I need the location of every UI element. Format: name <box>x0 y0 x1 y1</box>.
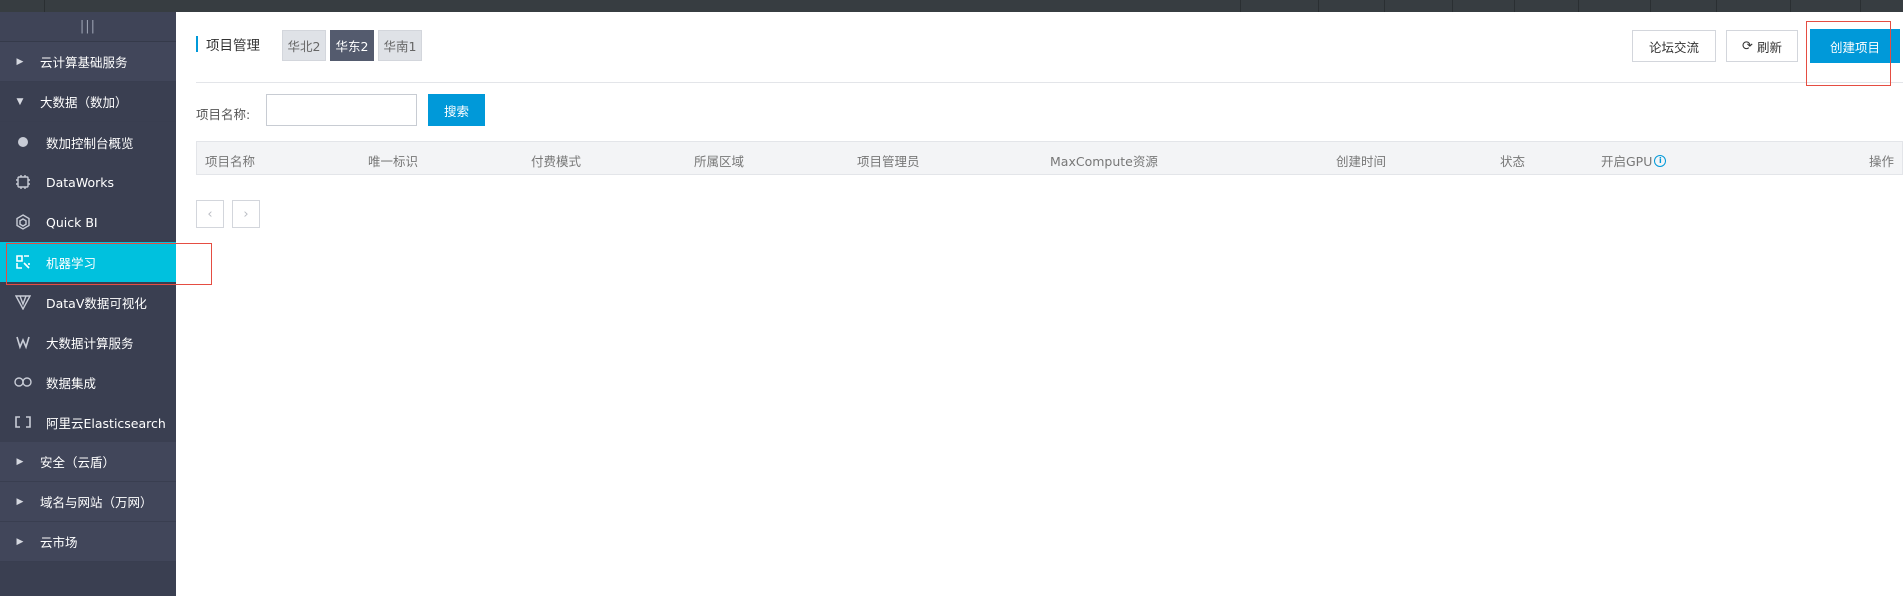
sidebar-item-compute-service[interactable]: 大数据计算服务 <box>0 322 176 362</box>
sidebar-item-label: 云计算基础服务 <box>40 55 128 70</box>
top-bar-divider <box>1790 0 1791 12</box>
sidebar-item-label: 数据集成 <box>46 375 97 391</box>
sidebar-group-cloud-basics[interactable]: ▶ 云计算基础服务 <box>0 42 176 82</box>
column-header-admin: 项目管理员 <box>857 154 920 169</box>
column-header-gpu-label: 开启GPU <box>1601 154 1653 169</box>
pagination-prev-button[interactable]: ‹ <box>196 200 224 228</box>
main-content: 项目管理 华北2 华东2 华南1 论坛交流 ⟳ 刷新 创建项目 项目名称: 搜索… <box>176 12 1903 596</box>
sidebar-item-data-integration[interactable]: 数据集成 <box>0 362 176 402</box>
refresh-icon: ⟳ <box>1742 38 1753 54</box>
region-tabs: 华北2 华东2 华南1 <box>282 30 422 61</box>
pagination-next-button[interactable]: › <box>232 200 260 228</box>
sidebar-group-big-data[interactable]: ▼ 大数据（数加） <box>0 82 176 122</box>
column-header-unique-id: 唯一标识 <box>368 154 419 169</box>
table-header: 项目名称 唯一标识 付费模式 所属区域 项目管理员 MaxCompute资源 创… <box>196 141 1903 175</box>
sidebar-item-label: 机器学习 <box>46 255 97 271</box>
forum-button[interactable]: 论坛交流 <box>1632 30 1716 62</box>
sidebar-item-machine-learning[interactable]: 机器学习 <box>0 242 176 282</box>
top-bar-divider <box>1650 0 1651 12</box>
top-bar-divider <box>1716 0 1717 12</box>
region-tab-huadong2[interactable]: 华东2 <box>330 30 374 61</box>
top-bar-divider <box>1578 0 1579 12</box>
sidebar-item-label: 阿里云Elasticsearch <box>46 415 166 431</box>
sidebar-item-quickbi[interactable]: Quick BI <box>0 202 176 242</box>
circle-icon <box>0 136 46 148</box>
search-button[interactable]: 搜索 <box>428 94 485 126</box>
caret-right-icon: ▶ <box>16 496 24 507</box>
integration-icon <box>0 376 46 388</box>
dataworks-icon <box>0 174 46 190</box>
sidebar-group-security[interactable]: ▶ 安全（云盾） <box>0 442 176 482</box>
sidebar-item-label: DataV数据可视化 <box>46 295 147 311</box>
column-header-actions: 操作 <box>1868 154 1894 169</box>
region-tab-huabei2[interactable]: 华北2 <box>282 30 326 61</box>
sidebar-toggle-button[interactable]: ||| <box>0 12 176 42</box>
sidebar-item-datav[interactable]: DataV数据可视化 <box>0 282 176 322</box>
caret-right-icon: ▶ <box>16 536 24 547</box>
header-divider <box>196 82 1903 83</box>
top-bar-divider <box>1384 0 1385 12</box>
elasticsearch-icon <box>0 416 46 428</box>
top-bar-divider <box>44 0 45 12</box>
search-label: 项目名称: <box>196 107 251 122</box>
sidebar-item-label: 云市场 <box>40 535 78 550</box>
sidebar: ||| ▶ 云计算基础服务 ▼ 大数据（数加） 数加控制台概览 DataWork… <box>0 12 176 596</box>
column-header-maxcompute: MaxCompute资源 <box>1050 154 1158 169</box>
column-header-project-name: 项目名称 <box>205 154 256 169</box>
sidebar-item-label: DataWorks <box>46 174 115 190</box>
compute-icon <box>0 334 46 350</box>
caret-right-icon: ▶ <box>16 56 24 67</box>
column-header-gpu: 开启GPU i <box>1601 151 1667 170</box>
machine-learning-icon <box>0 254 46 270</box>
menu-bars-icon: ||| <box>79 19 97 34</box>
caret-down-icon: ▼ <box>16 96 24 107</box>
create-project-button[interactable]: 创建项目 <box>1810 29 1900 63</box>
sidebar-item-label: 域名与网站（万网） <box>40 495 153 510</box>
column-header-billing-mode: 付费模式 <box>531 154 582 169</box>
top-bar-divider <box>1318 0 1319 12</box>
datav-icon <box>0 294 46 310</box>
top-bar-divider <box>1240 0 1241 12</box>
top-bar <box>0 0 1903 12</box>
top-bar-divider <box>1860 0 1861 12</box>
refresh-label: 刷新 <box>1756 39 1782 55</box>
column-header-region: 所属区域 <box>694 154 745 169</box>
region-tab-huanan1[interactable]: 华南1 <box>378 30 422 61</box>
sidebar-item-label: Quick BI <box>46 214 98 230</box>
sidebar-item-label: 大数据（数加） <box>40 95 128 110</box>
sidebar-item-label: 数加控制台概览 <box>46 135 134 151</box>
column-header-created-time: 创建时间 <box>1336 154 1387 169</box>
refresh-button[interactable]: ⟳ 刷新 <box>1726 30 1798 62</box>
sidebar-item-elasticsearch[interactable]: 阿里云Elasticsearch <box>0 402 176 442</box>
sidebar-item-label: 安全（云盾） <box>40 455 116 470</box>
info-icon[interactable]: i <box>1654 154 1667 167</box>
column-header-status: 状态 <box>1500 154 1526 169</box>
quickbi-icon <box>0 214 46 230</box>
sidebar-item-console-overview[interactable]: 数加控制台概览 <box>0 122 176 162</box>
sidebar-group-marketplace[interactable]: ▶ 云市场 <box>0 522 176 562</box>
sidebar-group-domains[interactable]: ▶ 域名与网站（万网） <box>0 482 176 522</box>
sidebar-item-dataworks[interactable]: DataWorks <box>0 162 176 202</box>
sidebar-item-label: 大数据计算服务 <box>46 335 134 351</box>
caret-right-icon: ▶ <box>16 456 24 467</box>
top-bar-divider <box>1514 0 1515 12</box>
top-bar-divider <box>1452 0 1453 12</box>
page-title: 项目管理 <box>196 35 260 54</box>
project-name-search-input[interactable] <box>266 94 417 126</box>
